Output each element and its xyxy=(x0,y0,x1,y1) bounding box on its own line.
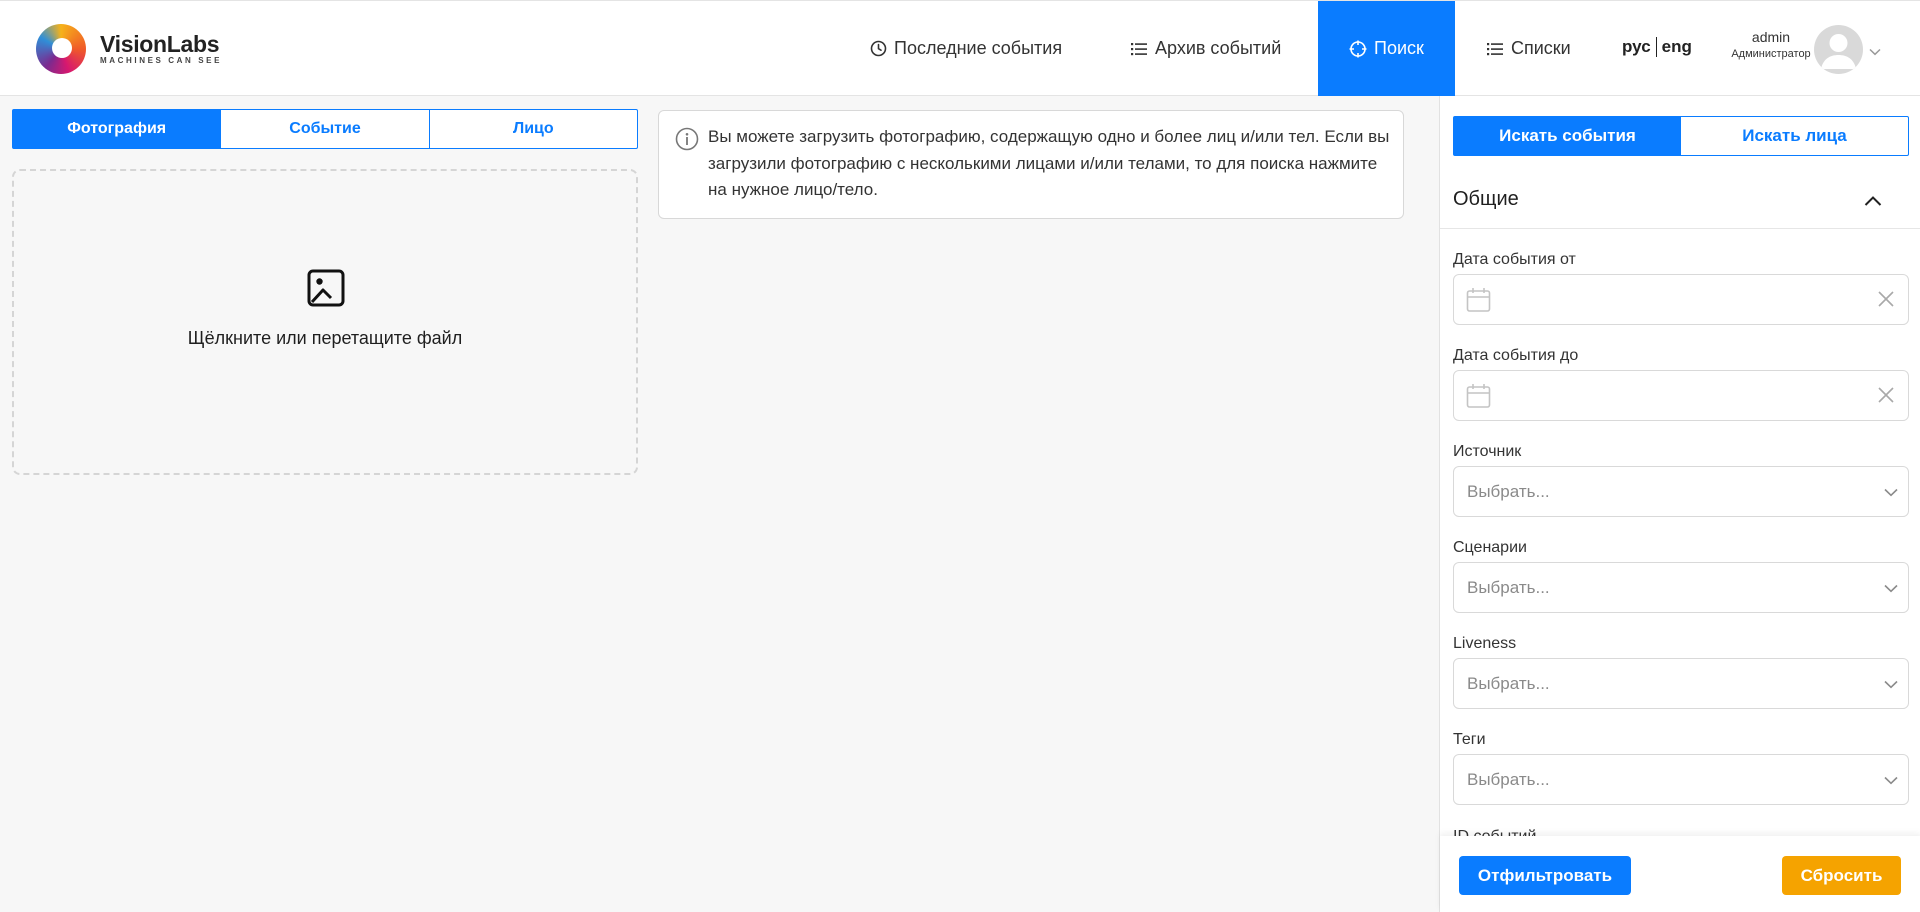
liveness-select[interactable]: Выбрать... xyxy=(1453,658,1909,709)
nav-lists-label: Списки xyxy=(1511,38,1571,58)
filter-button[interactable]: Отфильтровать xyxy=(1459,856,1631,895)
nav-search-label: Поиск xyxy=(1374,38,1424,58)
panel-footer: Отфильтровать Сбросить xyxy=(1440,836,1920,912)
filter-panel: Искать события Искать лица Общие Дата со… xyxy=(1439,96,1920,912)
nav-recent-events[interactable]: Последние события xyxy=(869,1,1062,96)
source-select[interactable]: Выбрать... xyxy=(1453,466,1909,517)
nav-events-archive-label: Архив событий xyxy=(1155,38,1282,58)
date-to-label: Дата события до xyxy=(1453,347,1579,364)
lang-en[interactable]: eng xyxy=(1662,37,1692,57)
list-icon xyxy=(1486,40,1504,58)
liveness-label: Liveness xyxy=(1453,635,1517,652)
search-source-tabs: Фотография Событие Лицо xyxy=(12,109,638,149)
language-switch: рус eng xyxy=(1622,37,1692,57)
section-title[interactable]: Общие xyxy=(1453,188,1519,211)
clear-icon[interactable] xyxy=(1877,290,1895,313)
section-divider xyxy=(1440,228,1920,229)
chevron-down-icon xyxy=(1884,580,1898,598)
lang-ru[interactable]: рус xyxy=(1622,37,1651,57)
reset-button[interactable]: Сбросить xyxy=(1782,856,1901,895)
dropzone-text: Щёлкните или перетащите файл xyxy=(187,328,463,348)
event-ids-label: ID событий xyxy=(1453,824,1536,836)
image-icon xyxy=(307,269,345,312)
tab-face[interactable]: Лицо xyxy=(430,110,637,148)
chevron-down-icon xyxy=(1884,676,1898,694)
scenarios-label: Сценарии xyxy=(1453,539,1527,556)
tags-label: Теги xyxy=(1453,731,1486,748)
source-placeholder: Выбрать... xyxy=(1467,482,1550,501)
tab-search-faces[interactable]: Искать лица xyxy=(1681,117,1908,155)
tags-select[interactable]: Выбрать... xyxy=(1453,754,1909,805)
chevron-up-icon[interactable] xyxy=(1864,194,1882,212)
liveness-placeholder: Выбрать... xyxy=(1467,674,1550,693)
chevron-down-icon xyxy=(1884,484,1898,502)
user-name: admin xyxy=(1751,29,1791,45)
nav-search[interactable]: Поиск xyxy=(1318,1,1455,96)
scenarios-placeholder: Выбрать... xyxy=(1467,578,1550,597)
chevron-down-icon xyxy=(1884,772,1898,790)
user-role: Администратор xyxy=(1731,48,1811,60)
clock-icon xyxy=(869,40,887,58)
brand-tagline: MACHINES CAN SEE xyxy=(100,56,223,65)
tab-photo[interactable]: Фотография xyxy=(13,110,222,148)
chevron-down-icon[interactable] xyxy=(1869,43,1881,61)
crosshair-icon xyxy=(1349,40,1367,58)
tab-event[interactable]: Событие xyxy=(221,110,430,148)
logo-mark-icon xyxy=(36,24,86,74)
calendar-icon xyxy=(1466,383,1491,414)
top-header: VisionLabs MACHINES CAN SEE Последние со… xyxy=(0,0,1920,96)
clear-icon[interactable] xyxy=(1877,386,1895,409)
date-from-field[interactable] xyxy=(1453,274,1909,325)
nav-events-archive[interactable]: Архив событий xyxy=(1130,1,1281,96)
search-mode-tabs: Искать события Искать лица xyxy=(1453,116,1909,156)
user-info[interactable]: admin Администратор xyxy=(1727,27,1815,62)
user-avatar-icon xyxy=(1821,34,1856,69)
date-from-label: Дата события от xyxy=(1453,251,1576,268)
list-icon xyxy=(1130,40,1148,58)
avatar[interactable] xyxy=(1814,25,1863,74)
scenarios-select[interactable]: Выбрать... xyxy=(1453,562,1909,613)
info-icon xyxy=(675,127,699,156)
tab-search-events[interactable]: Искать события xyxy=(1454,117,1681,155)
date-to-field[interactable] xyxy=(1453,370,1909,421)
source-label: Источник xyxy=(1453,443,1522,460)
brand-logo[interactable]: VisionLabs MACHINES CAN SEE xyxy=(36,24,222,74)
nav-recent-events-label: Последние события xyxy=(894,38,1063,58)
tags-placeholder: Выбрать... xyxy=(1467,770,1550,789)
calendar-icon xyxy=(1466,287,1491,318)
lang-divider xyxy=(1655,37,1657,57)
brand-name: VisionLabs xyxy=(100,31,220,57)
info-box: Вы можете загрузить фотографию, содержащ… xyxy=(658,110,1404,219)
nav-lists[interactable]: Списки xyxy=(1486,1,1571,96)
info-text: Вы можете загрузить фотографию, содержащ… xyxy=(708,127,1390,199)
photo-dropzone[interactable]: Щёлкните или перетащите файл xyxy=(12,169,638,475)
